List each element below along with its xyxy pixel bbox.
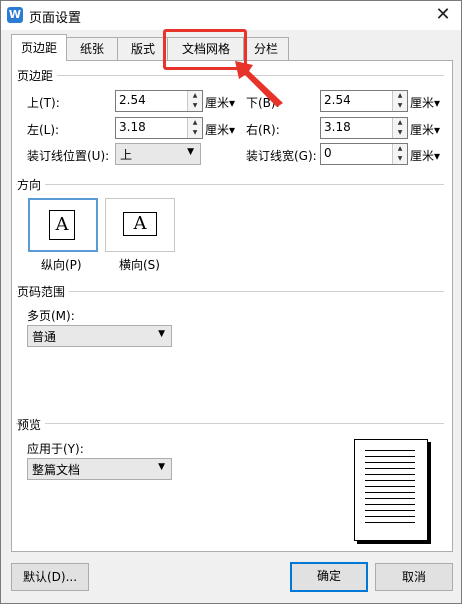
apply-to-label: 应用于(Y):	[27, 442, 84, 456]
divider	[16, 423, 444, 424]
spin-up-icon[interactable]: ▲	[393, 91, 407, 101]
preview-group-label: 预览	[17, 416, 46, 433]
multiple-pages-value: 普通	[32, 330, 57, 344]
spin-down-icon[interactable]: ▼	[393, 128, 407, 138]
tab-margins[interactable]: 页边距	[11, 34, 67, 61]
bottom-margin-stepper[interactable]: 2.54 ▲ ▼	[320, 90, 408, 112]
chevron-down-icon: ▼	[158, 462, 165, 472]
right-margin-label: 右(R):	[246, 123, 280, 137]
tab-layout[interactable]: 版式	[117, 37, 169, 60]
spin-arrows[interactable]: ▲ ▼	[392, 144, 407, 164]
page-range-group-label: 页码范围	[17, 283, 70, 300]
portrait-label: 纵向(P)	[41, 258, 82, 272]
multiple-pages-label: 多页(M):	[27, 309, 75, 323]
gutter-position-value: 上	[120, 148, 133, 162]
bottom-margin-value: 2.54	[324, 93, 351, 107]
chevron-down-icon: ▼	[158, 329, 165, 339]
gutter-position-label: 装订线位置(U):	[27, 149, 110, 163]
spin-up-icon[interactable]: ▲	[393, 118, 407, 128]
left-margin-label: 左(L):	[27, 123, 60, 137]
left-margin-stepper[interactable]: 3.18 ▲ ▼	[115, 117, 203, 139]
landscape-option[interactable]: A	[105, 198, 175, 252]
spin-up-icon[interactable]: ▲	[393, 144, 407, 154]
right-margin-value: 3.18	[324, 120, 351, 134]
left-unit-dropdown[interactable]: 厘米▾	[205, 121, 235, 138]
top-margin-value: 2.54	[119, 93, 146, 107]
default-button[interactable]: 默认(D)...	[11, 563, 89, 591]
page-setup-dialog: W 页面设置 ✕ 页边距 纸张 版式 文档网格 分栏 页边距 上(T): 2.5…	[0, 0, 462, 604]
spin-arrows[interactable]: ▲ ▼	[187, 118, 202, 138]
gutter-width-stepper[interactable]: 0 ▲ ▼	[320, 143, 408, 165]
spin-down-icon[interactable]: ▼	[393, 154, 407, 164]
right-unit-dropdown[interactable]: 厘米▾	[410, 121, 440, 138]
divider	[16, 75, 444, 76]
spin-arrows[interactable]: ▲ ▼	[392, 91, 407, 111]
apply-to-select[interactable]: 整篇文档 ▼	[27, 458, 172, 480]
tab-panel: 页边距 上(T): 2.54 ▲ ▼ 厘米▾ 下(B): 2.54 ▲ ▼ 厘米▾ …	[11, 60, 453, 552]
chevron-down-icon: ▼	[187, 147, 194, 157]
spin-down-icon[interactable]: ▼	[393, 101, 407, 111]
wps-app-icon: W	[7, 7, 23, 23]
title-bar: W 页面设置 ✕	[1, 1, 461, 30]
bottom-unit-dropdown[interactable]: 厘米▾	[410, 94, 440, 111]
top-margin-stepper[interactable]: 2.54 ▲ ▼	[115, 90, 203, 112]
orientation-group-label: 方向	[17, 176, 46, 193]
spin-arrows[interactable]: ▲ ▼	[187, 91, 202, 111]
apply-to-value: 整篇文档	[32, 463, 81, 477]
cancel-button[interactable]: 取消	[375, 563, 453, 591]
spin-up-icon[interactable]: ▲	[188, 91, 202, 101]
close-icon[interactable]: ✕	[429, 3, 457, 27]
page-preview	[354, 439, 428, 541]
left-margin-value: 3.18	[119, 120, 146, 134]
landscape-label: 横向(S)	[119, 258, 160, 272]
dialog-title: 页面设置	[29, 11, 82, 26]
spin-up-icon[interactable]: ▲	[188, 118, 202, 128]
gutter-position-select[interactable]: 上 ▼	[115, 143, 201, 165]
margins-group-label: 页边距	[17, 67, 58, 84]
portrait-page-icon: A	[49, 210, 75, 240]
ok-button[interactable]: 确定	[290, 562, 368, 592]
multiple-pages-select[interactable]: 普通 ▼	[27, 325, 172, 347]
divider	[16, 184, 444, 185]
right-margin-stepper[interactable]: 3.18 ▲ ▼	[320, 117, 408, 139]
spin-down-icon[interactable]: ▼	[188, 128, 202, 138]
gutter-unit-dropdown[interactable]: 厘米▾	[410, 147, 440, 164]
tab-paper[interactable]: 纸张	[65, 37, 119, 60]
gutter-width-value: 0	[324, 146, 332, 160]
annotation-arrow-icon	[235, 61, 283, 107]
gutter-width-label: 装订线宽(G):	[246, 149, 317, 163]
spin-down-icon[interactable]: ▼	[188, 101, 202, 111]
spin-arrows[interactable]: ▲ ▼	[392, 118, 407, 138]
top-margin-label: 上(T):	[27, 96, 60, 110]
portrait-option[interactable]: A	[28, 198, 98, 252]
landscape-page-icon: A	[123, 212, 157, 236]
divider	[16, 291, 444, 292]
